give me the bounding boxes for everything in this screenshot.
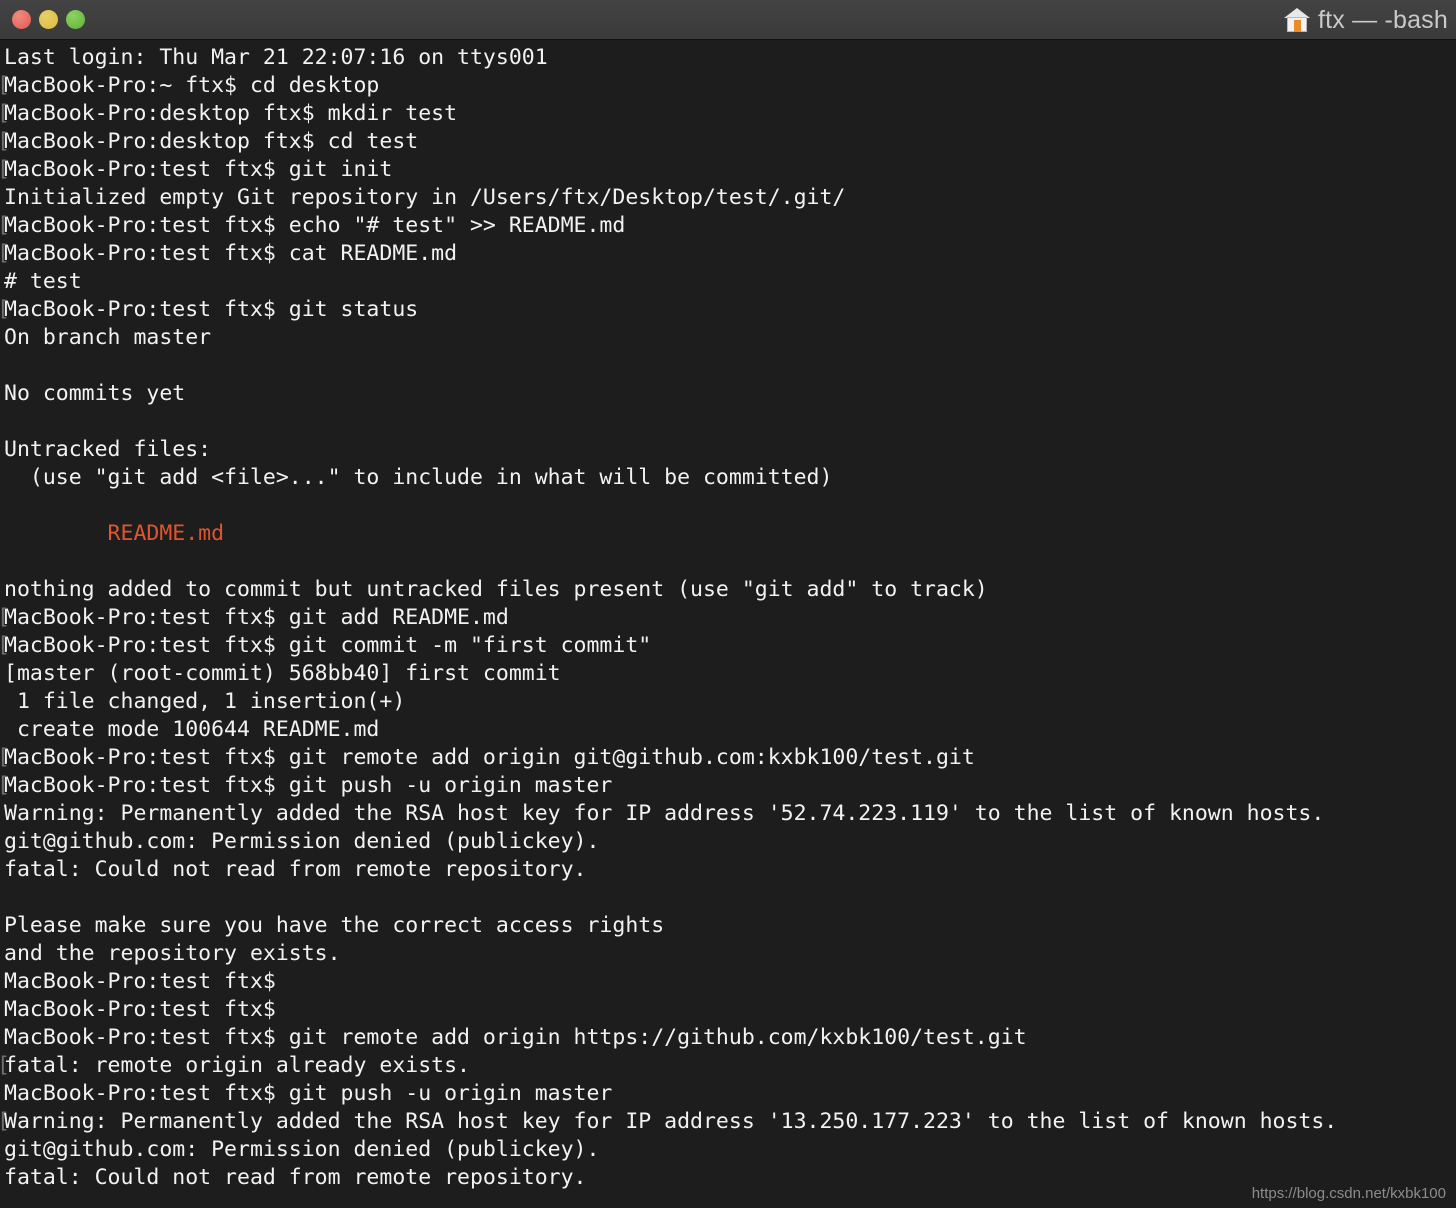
terminal-line: create mode 100644 README.md bbox=[4, 717, 380, 742]
terminal-line: MacBook-Pro:test ftx$ git add README.md bbox=[0, 604, 1456, 632]
terminal-line: Warning: Permanently added the RSA host … bbox=[0, 1108, 1456, 1136]
terminal-body[interactable]: Last login: Thu Mar 21 22:07:16 on ttys0… bbox=[0, 40, 1456, 1208]
terminal-line: MacBook-Pro:~ ftx$ cd desktop bbox=[0, 72, 1456, 100]
terminal-line: # test bbox=[4, 269, 82, 294]
terminal-line: fatal: remote origin already exists. bbox=[0, 1052, 1456, 1080]
terminal-line: and the repository exists. bbox=[4, 941, 341, 966]
terminal-line: MacBook-Pro:desktop ftx$ mkdir test bbox=[0, 100, 1456, 128]
terminal-line: Warning: Permanently added the RSA host … bbox=[4, 801, 1325, 826]
terminal-line: MacBook-Pro:test ftx$ bbox=[4, 997, 289, 1022]
terminal-line: MacBook-Pro:test ftx$ cat README.md bbox=[0, 240, 1456, 268]
minimize-button[interactable] bbox=[39, 10, 58, 29]
terminal-line: MacBook-Pro:test ftx$ git push -u origin… bbox=[0, 772, 1456, 800]
terminal-line: Untracked files: bbox=[4, 437, 212, 462]
terminal-line: Please make sure you have the correct ac… bbox=[4, 913, 665, 938]
terminal-line: MacBook-Pro:desktop ftx$ cd test bbox=[0, 128, 1456, 156]
untracked-file-entry: README.md bbox=[4, 521, 225, 546]
terminal-line: MacBook-Pro:test ftx$ git commit -m "fir… bbox=[0, 632, 1456, 660]
terminal-line: MacBook-Pro:test ftx$ git remote add ori… bbox=[0, 744, 1456, 772]
terminal-output: Last login: Thu Mar 21 22:07:16 on ttys0… bbox=[0, 44, 1456, 1192]
terminal-line: Initialized empty Git repository in /Use… bbox=[4, 185, 846, 210]
terminal-line: nothing added to commit but untracked fi… bbox=[4, 577, 988, 602]
terminal-line: 1 file changed, 1 insertion(+) bbox=[4, 689, 406, 714]
terminal-line: MacBook-Pro:test ftx$ git init bbox=[0, 156, 1456, 184]
terminal-line: git@github.com: Permission denied (publi… bbox=[4, 829, 600, 854]
terminal-line: No commits yet bbox=[4, 381, 186, 406]
terminal-line: On branch master bbox=[4, 325, 212, 350]
terminal-line: MacBook-Pro:test ftx$ echo "# test" >> R… bbox=[0, 212, 1456, 240]
terminal-window: ftx — -bash Last login: Thu Mar 21 22:07… bbox=[0, 0, 1456, 1208]
title-bar[interactable]: ftx — -bash bbox=[0, 0, 1456, 40]
terminal-line: git@github.com: Permission denied (publi… bbox=[4, 1137, 600, 1162]
terminal-line: fatal: Could not read from remote reposi… bbox=[4, 1165, 587, 1190]
terminal-line: Last login: Thu Mar 21 22:07:16 on ttys0… bbox=[4, 45, 548, 70]
terminal-line: [master (root-commit) 568bb40] first com… bbox=[4, 661, 561, 686]
close-button[interactable] bbox=[12, 10, 31, 29]
zoom-button[interactable] bbox=[66, 10, 85, 29]
terminal-line: MacBook-Pro:test ftx$ git push -u origin… bbox=[4, 1081, 613, 1106]
terminal-line: (use "git add <file>..." to include in w… bbox=[4, 465, 833, 490]
terminal-line: MacBook-Pro:test ftx$ git remote add ori… bbox=[4, 1025, 1027, 1050]
window-title: ftx — -bash bbox=[1317, 5, 1448, 34]
terminal-line: README.md bbox=[4, 520, 1456, 548]
traffic-lights bbox=[0, 10, 85, 29]
title-area: ftx — -bash bbox=[1283, 0, 1448, 40]
terminal-line: MacBook-Pro:test ftx$ git status bbox=[0, 296, 1456, 324]
terminal-line: MacBook-Pro:test ftx$ bbox=[4, 969, 289, 994]
watermark: https://blog.csdn.net/kxbk100 bbox=[1251, 1185, 1446, 1202]
home-icon bbox=[1283, 8, 1310, 32]
terminal-line: fatal: Could not read from remote reposi… bbox=[4, 857, 587, 882]
